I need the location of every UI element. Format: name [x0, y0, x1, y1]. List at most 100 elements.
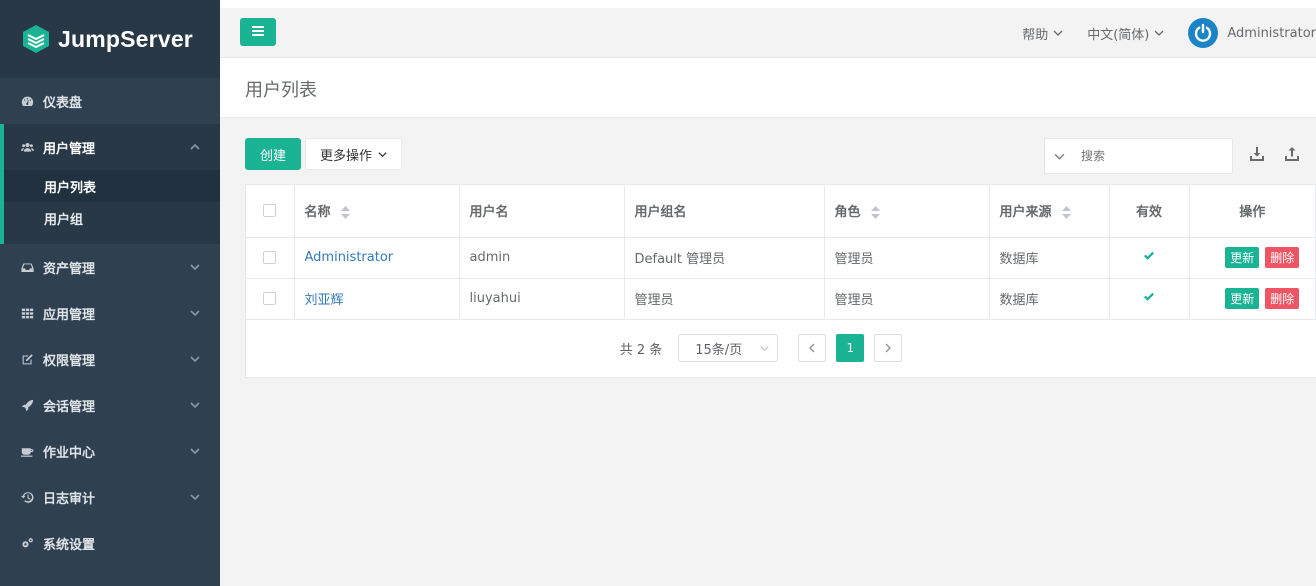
chevron-down-icon [190, 399, 200, 409]
rocket-icon [20, 398, 34, 412]
more-actions-button[interactable]: 更多操作 [305, 138, 402, 170]
groups-cell: Default 管理员 [624, 237, 825, 279]
source-cell: 数据库 [989, 278, 1110, 320]
search-box [1044, 138, 1233, 174]
chevron-down-icon [190, 491, 200, 501]
download-icon[interactable] [1249, 146, 1265, 162]
top-navbar-right: 帮助 中文(简体) Administrator [1022, 8, 1316, 58]
sidebar-item-label: 用户管理 [43, 141, 96, 157]
table-row: 刘亚辉 liuyahui 管理员 管理员 数据库 更新 删除 [246, 278, 1316, 320]
coffee-icon [20, 444, 34, 458]
delete-button[interactable]: 删除 [1265, 288, 1300, 309]
sidebar-subitem-user-groups[interactable]: 用户组 [4, 202, 220, 234]
jumpserver-logo-icon [22, 24, 50, 54]
hamburger-icon [252, 25, 264, 40]
row-select-cell [246, 237, 295, 279]
sidebar-item-dashboard[interactable]: 仪表盘 [0, 78, 220, 124]
users-icon [20, 140, 34, 154]
select-all-cell [246, 185, 295, 238]
select-all-checkbox[interactable] [263, 204, 277, 218]
search-input[interactable] [1081, 149, 1221, 163]
sort-icon[interactable] [341, 206, 351, 220]
edit-icon [20, 352, 34, 366]
chevron-up-icon [190, 141, 200, 151]
page-size-label: 15条/页 [695, 342, 743, 358]
user-name-link[interactable]: 刘亚辉 [305, 293, 344, 308]
power-icon [1195, 23, 1212, 42]
browser-top-strip [220, 0, 1316, 8]
sidebar-item-label: 资产管理 [43, 261, 96, 277]
brand-name: JumpServer [58, 25, 193, 52]
more-actions-label: 更多操作 [319, 148, 372, 164]
avatar [1188, 18, 1219, 48]
column-header-valid: 有效 [1109, 185, 1190, 238]
column-header-role[interactable]: 角色 [824, 185, 990, 238]
role-cell: 管理员 [824, 237, 990, 279]
chevron-left-icon [809, 343, 815, 353]
check-icon [1144, 292, 1154, 301]
role-cell: 管理员 [824, 278, 990, 320]
delete-button[interactable]: 删除 [1265, 247, 1300, 268]
sidebar-toggle-button[interactable] [240, 18, 276, 46]
pagination-total: 共 2 条 [619, 342, 663, 358]
sidebar-item-sessions[interactable]: 会话管理 [0, 382, 220, 428]
user-menu[interactable]: Administrator [1188, 18, 1316, 48]
search-filter-dropdown[interactable] [1045, 151, 1073, 162]
page-size-select[interactable]: 15条/页 [678, 334, 779, 362]
user-table: 名称 用户名 用户组名 角色 用户来源 有效 操作 Administrator … [246, 185, 1316, 320]
valid-cell [1109, 237, 1190, 279]
chevron-down-icon [190, 353, 200, 363]
user-name-cell: 刘亚辉 [294, 278, 460, 320]
column-header-source[interactable]: 用户来源 [989, 185, 1110, 238]
sort-icon[interactable] [1062, 206, 1072, 220]
column-header-actions: 操作 [1189, 185, 1316, 238]
sidebar-item-permissions[interactable]: 权限管理 [0, 336, 220, 382]
column-label: 名称 [304, 205, 331, 221]
sidebar-subitem-user-list[interactable]: 用户列表 [4, 170, 220, 202]
sidebar-item-label: 会话管理 [43, 399, 96, 415]
language-label: 中文(简体) [1087, 27, 1150, 43]
sidebar-item-applications[interactable]: 应用管理 [0, 290, 220, 336]
chevron-down-icon [1053, 30, 1063, 36]
brand[interactable]: JumpServer [0, 0, 220, 78]
row-checkbox[interactable] [263, 251, 277, 264]
sidebar-group-users: 用户管理 用户列表 用户组 [0, 124, 220, 244]
sidebar-item-assets[interactable]: 资产管理 [0, 244, 220, 290]
actions-cell: 更新 删除 [1189, 237, 1316, 279]
upload-icon[interactable] [1284, 146, 1300, 162]
gears-icon [20, 536, 34, 550]
table-toolbar: 创建 更多操作 [245, 138, 1316, 174]
groups-cell: 管理员 [624, 278, 825, 320]
chevron-down-icon [378, 151, 387, 157]
sidebar-item-users[interactable]: 用户管理 [4, 124, 220, 170]
update-button[interactable]: 更新 [1225, 288, 1260, 309]
actions-cell: 更新 删除 [1189, 278, 1316, 320]
create-button[interactable]: 创建 [245, 138, 301, 170]
column-header-username: 用户名 [459, 185, 625, 238]
row-checkbox[interactable] [263, 292, 277, 305]
sidebar-item-label: 作业中心 [43, 445, 96, 461]
sidebar: JumpServer 仪表盘 用户管理 用户列表 用户组 资产管理 应用管理 权… [0, 0, 220, 586]
sidebar-submenu: 用户列表 用户组 [4, 170, 220, 244]
top-navbar: 帮助 中文(简体) Administrator [220, 8, 1316, 58]
help-menu[interactable]: 帮助 [1022, 24, 1063, 43]
chevron-down-icon [1154, 30, 1164, 36]
table-header-row: 名称 用户名 用户组名 角色 用户来源 有效 操作 [246, 185, 1316, 238]
prev-page-button[interactable] [798, 334, 827, 362]
source-cell: 数据库 [989, 237, 1110, 279]
chevron-down-icon [190, 445, 200, 455]
user-name-link[interactable]: Administrator [305, 250, 394, 265]
chevron-down-icon [190, 307, 200, 317]
language-menu[interactable]: 中文(简体) [1087, 24, 1164, 43]
sidebar-item-settings[interactable]: 系统设置 [0, 520, 220, 566]
page-number-button[interactable]: 1 [836, 334, 865, 362]
chevron-down-icon [760, 346, 769, 352]
dashboard-icon [20, 94, 34, 108]
row-select-cell [246, 278, 295, 320]
sidebar-item-jobs[interactable]: 作业中心 [0, 428, 220, 474]
next-page-button[interactable] [874, 334, 903, 362]
sort-icon[interactable] [871, 206, 881, 220]
update-button[interactable]: 更新 [1225, 247, 1260, 268]
column-header-name[interactable]: 名称 [294, 185, 460, 238]
sidebar-item-audit[interactable]: 日志审计 [0, 474, 220, 520]
